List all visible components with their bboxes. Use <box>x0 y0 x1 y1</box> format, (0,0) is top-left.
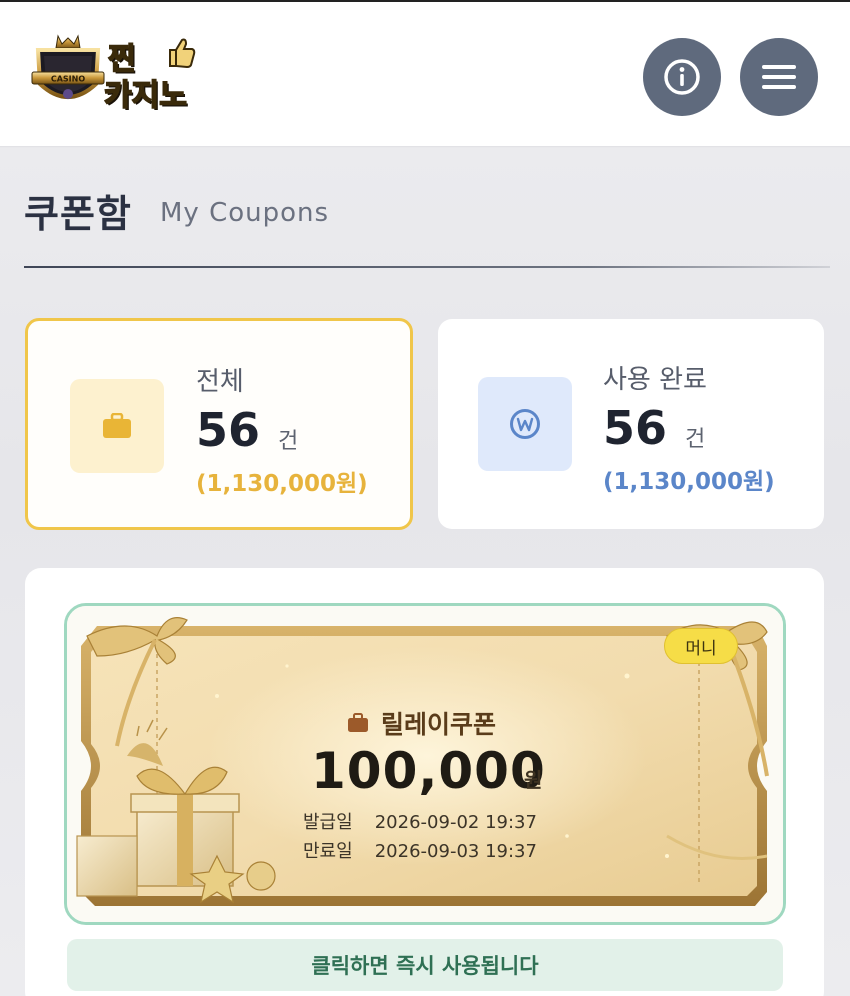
hamburger-menu-icon <box>762 65 796 89</box>
stat-amount: (1,130,000원) <box>603 469 775 495</box>
coupon-currency: 원 <box>524 768 543 792</box>
site-logo[interactable]: CASINO 찐 카지노 <box>30 32 200 114</box>
page-title: 쿠폰함 <box>24 192 132 236</box>
info-icon <box>664 59 700 95</box>
logo-text-bottom: 카지노 <box>103 77 187 114</box>
coupon-amount: 100,000 <box>311 742 546 800</box>
stat-unit: 건 <box>278 429 299 454</box>
stat-label: 사용 완료 <box>603 365 707 395</box>
app-header: CASINO 찐 카지노 <box>0 2 850 147</box>
coupon-type-badge: 머니 <box>664 628 738 664</box>
stat-count: 56 <box>603 401 668 455</box>
expire-date-label: 만료일 <box>303 841 353 862</box>
stat-label: 전체 <box>196 367 244 397</box>
coupon-name: 릴레이쿠폰 <box>381 710 497 739</box>
logo-badge-icon: CASINO <box>31 34 105 99</box>
stat-amount: (1,130,000원) <box>196 471 368 497</box>
menu-button[interactable] <box>740 38 818 116</box>
stat-icon-box <box>70 379 164 473</box>
expire-date-value: 2026-09-03 19:37 <box>374 841 537 862</box>
logo-badge-text: CASINO <box>51 75 85 84</box>
stat-count: 56 <box>196 403 261 457</box>
use-coupon-button[interactable]: 클릭하면 즉시 사용됩니다 <box>67 939 783 991</box>
title-divider <box>24 266 830 268</box>
page-subtitle: My Coupons <box>160 198 330 228</box>
issued-date-value: 2026-09-02 19:37 <box>374 812 537 833</box>
bag-icon <box>348 713 368 732</box>
stat-unit: 건 <box>685 427 706 452</box>
info-button[interactable] <box>643 38 721 116</box>
expire-date-row: 만료일 2026-09-03 19:37 <box>303 837 537 863</box>
bag-icon <box>103 413 131 438</box>
thumbs-up-icon <box>169 38 196 69</box>
coupon-name-row: 릴레이쿠폰 <box>347 705 496 741</box>
issued-date-row: 발급일 2026-09-02 19:37 <box>303 808 537 834</box>
stat-card-used[interactable]: 사용 완료 56 건 (1,130,000원) <box>438 319 824 529</box>
stat-card-all[interactable]: 전체 56 건 (1,130,000원) <box>25 318 413 530</box>
issued-date-label: 발급일 <box>303 812 353 833</box>
won-coin-icon <box>510 409 540 439</box>
stat-icon-box <box>478 377 572 471</box>
